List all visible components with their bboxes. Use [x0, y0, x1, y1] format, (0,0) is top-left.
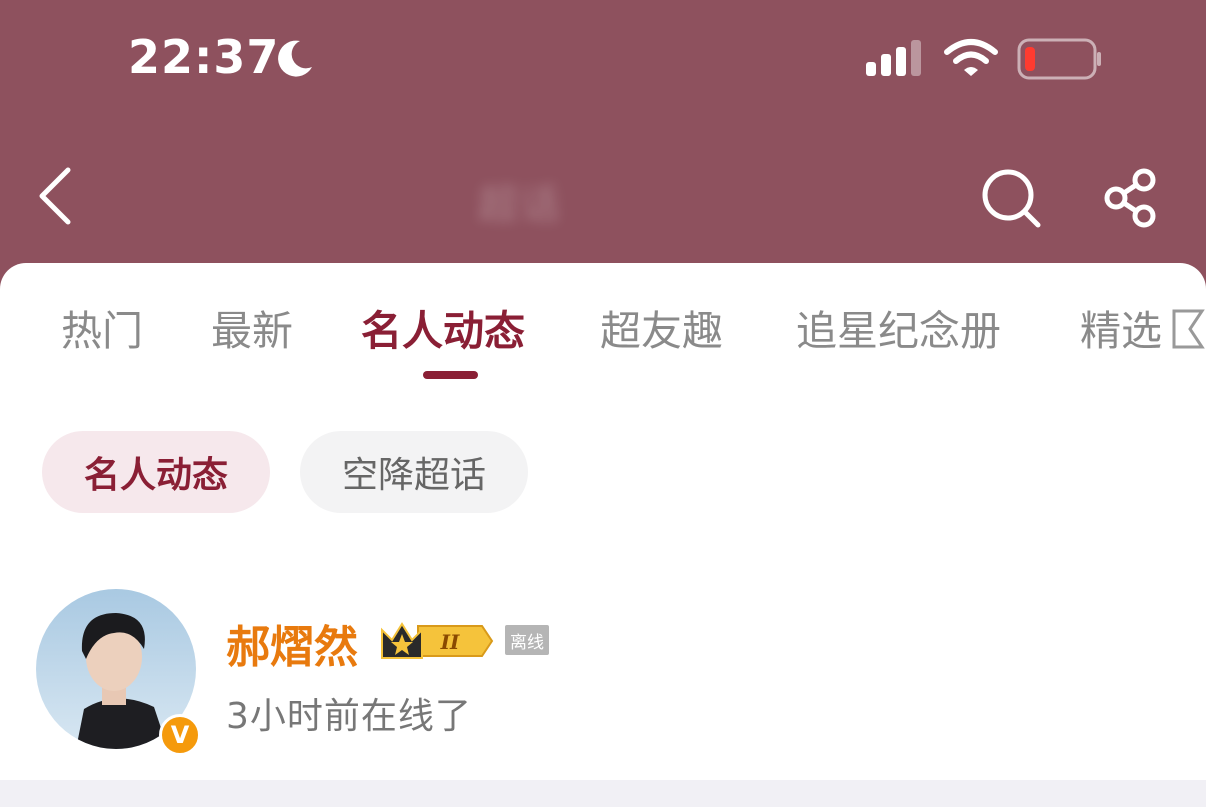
active-tab-indicator — [423, 371, 478, 379]
tab-featured[interactable]: 精选 — [1080, 297, 1162, 357]
wifi-icon — [944, 39, 998, 76]
battery-low-icon — [1017, 38, 1101, 80]
tab-fun[interactable]: 超友趣 — [600, 297, 723, 357]
celebrity-name[interactable]: 郝熠然 — [226, 611, 358, 675]
crown-level-badge: II — [381, 622, 494, 659]
search-icon[interactable] — [978, 165, 1044, 231]
share-icon[interactable] — [1098, 165, 1164, 231]
more-tabs-icon — [1172, 309, 1205, 349]
verified-badge: V — [159, 714, 201, 756]
status-time: 22:37 — [128, 30, 280, 84]
page-title: 超话 — [478, 182, 562, 228]
tab-latest[interactable]: 最新 — [211, 297, 293, 357]
header-bar: 22:37 超话 — [0, 0, 1206, 300]
tab-hot[interactable]: 热门 — [61, 297, 143, 357]
subtab-celebrity-updates[interactable]: 名人动态 — [42, 431, 270, 513]
level-badge-text: II — [440, 630, 460, 654]
last-online-text: 3小时前在线了 — [226, 696, 472, 737]
subtab-airdrop-supertopic[interactable]: 空降超话 — [300, 431, 528, 513]
cellular-signal-icon — [866, 40, 921, 76]
offline-status-badge: 离线 — [505, 625, 549, 655]
tab-celebrity-updates[interactable]: 名人动态 — [361, 297, 525, 357]
content-panel: 热门 最新 名人动态 超友趣 追星纪念册 精选 名人动态 空降超话 V 郝熠然 … — [0, 263, 1206, 807]
section-divider — [0, 780, 1206, 807]
moon-icon — [278, 40, 312, 77]
back-icon[interactable] — [30, 160, 80, 232]
tab-fan-album[interactable]: 追星纪念册 — [796, 297, 1001, 357]
